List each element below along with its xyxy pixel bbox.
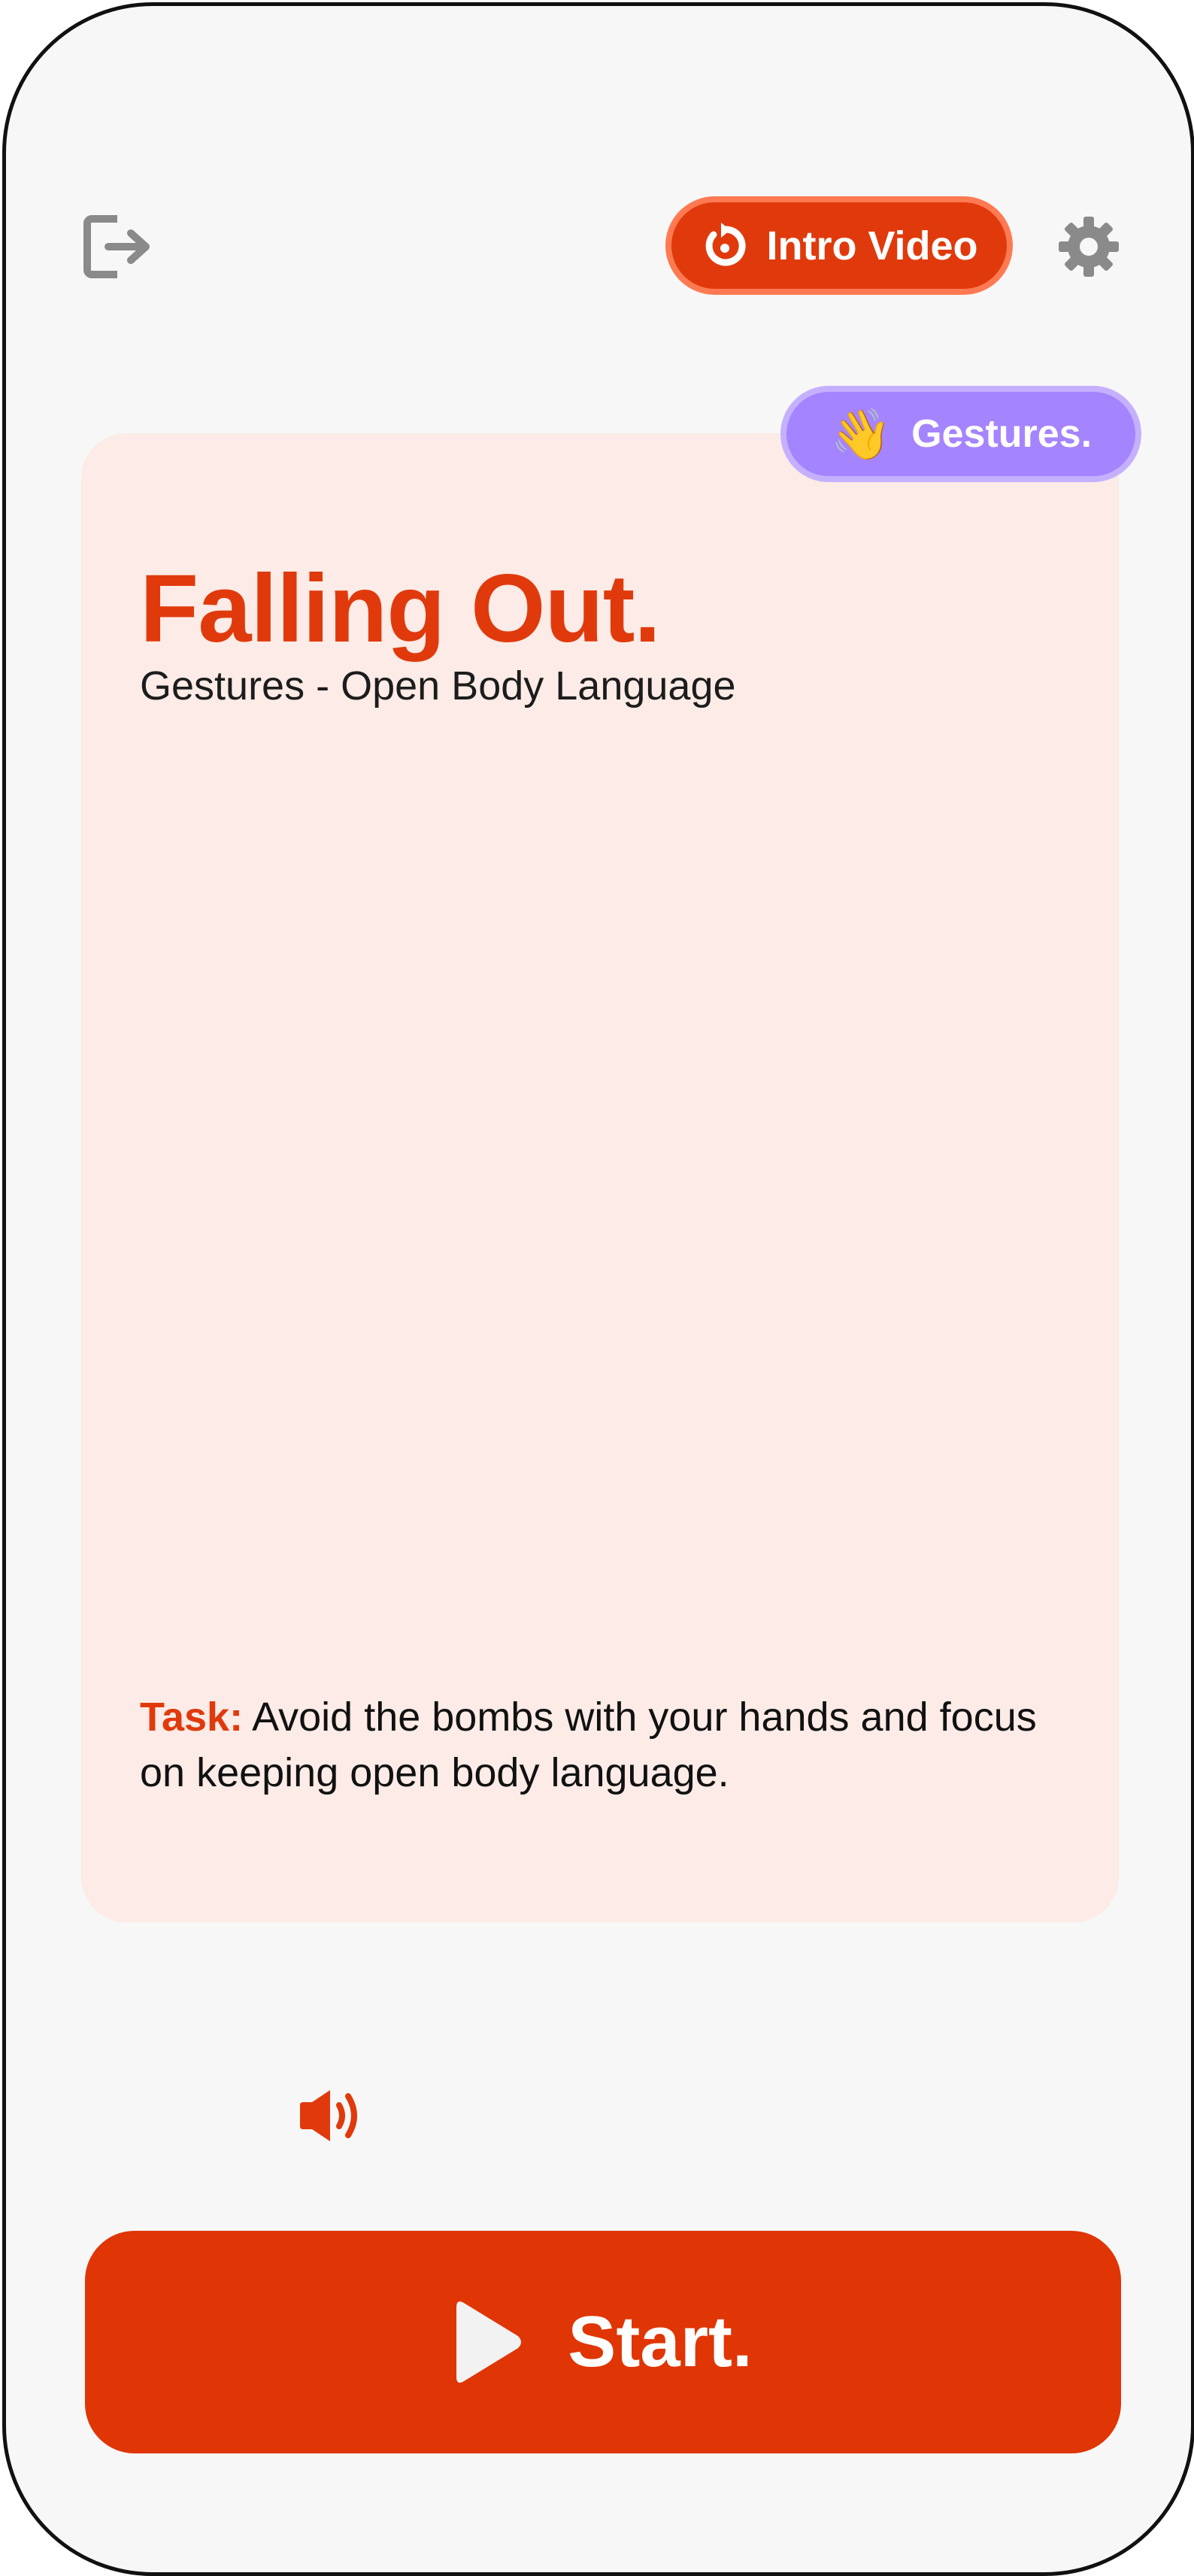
replay-icon <box>700 221 750 271</box>
start-button[interactable]: Start. <box>85 2231 1121 2453</box>
play-icon <box>453 2298 526 2386</box>
start-label: Start. <box>568 2301 753 2382</box>
game-card: Falling Out. Gestures - Open Body Langua… <box>81 433 1119 1922</box>
task-description: Task: Avoid the bombs with your hands an… <box>140 1689 1072 1801</box>
game-subtitle: Gestures - Open Body Language <box>140 663 736 708</box>
intro-video-label: Intro Video <box>766 223 978 269</box>
task-text: Avoid the bombs with your hands and focu… <box>140 1695 1037 1795</box>
gear-icon <box>1059 217 1119 277</box>
speaker-icon <box>300 2090 357 2141</box>
phone-screen: Intro Video Falling Out. Gestures - Open… <box>2 2 1194 2576</box>
settings-button[interactable] <box>1055 213 1123 281</box>
waving-hand-icon: 👋 <box>829 406 892 462</box>
game-title: Falling Out. <box>140 555 661 663</box>
exit-icon <box>83 215 150 278</box>
category-badge: 👋 Gestures. <box>780 386 1141 482</box>
category-badge-label: Gestures. <box>911 412 1092 456</box>
task-label: Task: <box>140 1695 244 1740</box>
intro-video-button[interactable]: Intro Video <box>665 196 1013 295</box>
sound-button[interactable] <box>292 2082 367 2150</box>
exit-button[interactable] <box>77 209 160 284</box>
